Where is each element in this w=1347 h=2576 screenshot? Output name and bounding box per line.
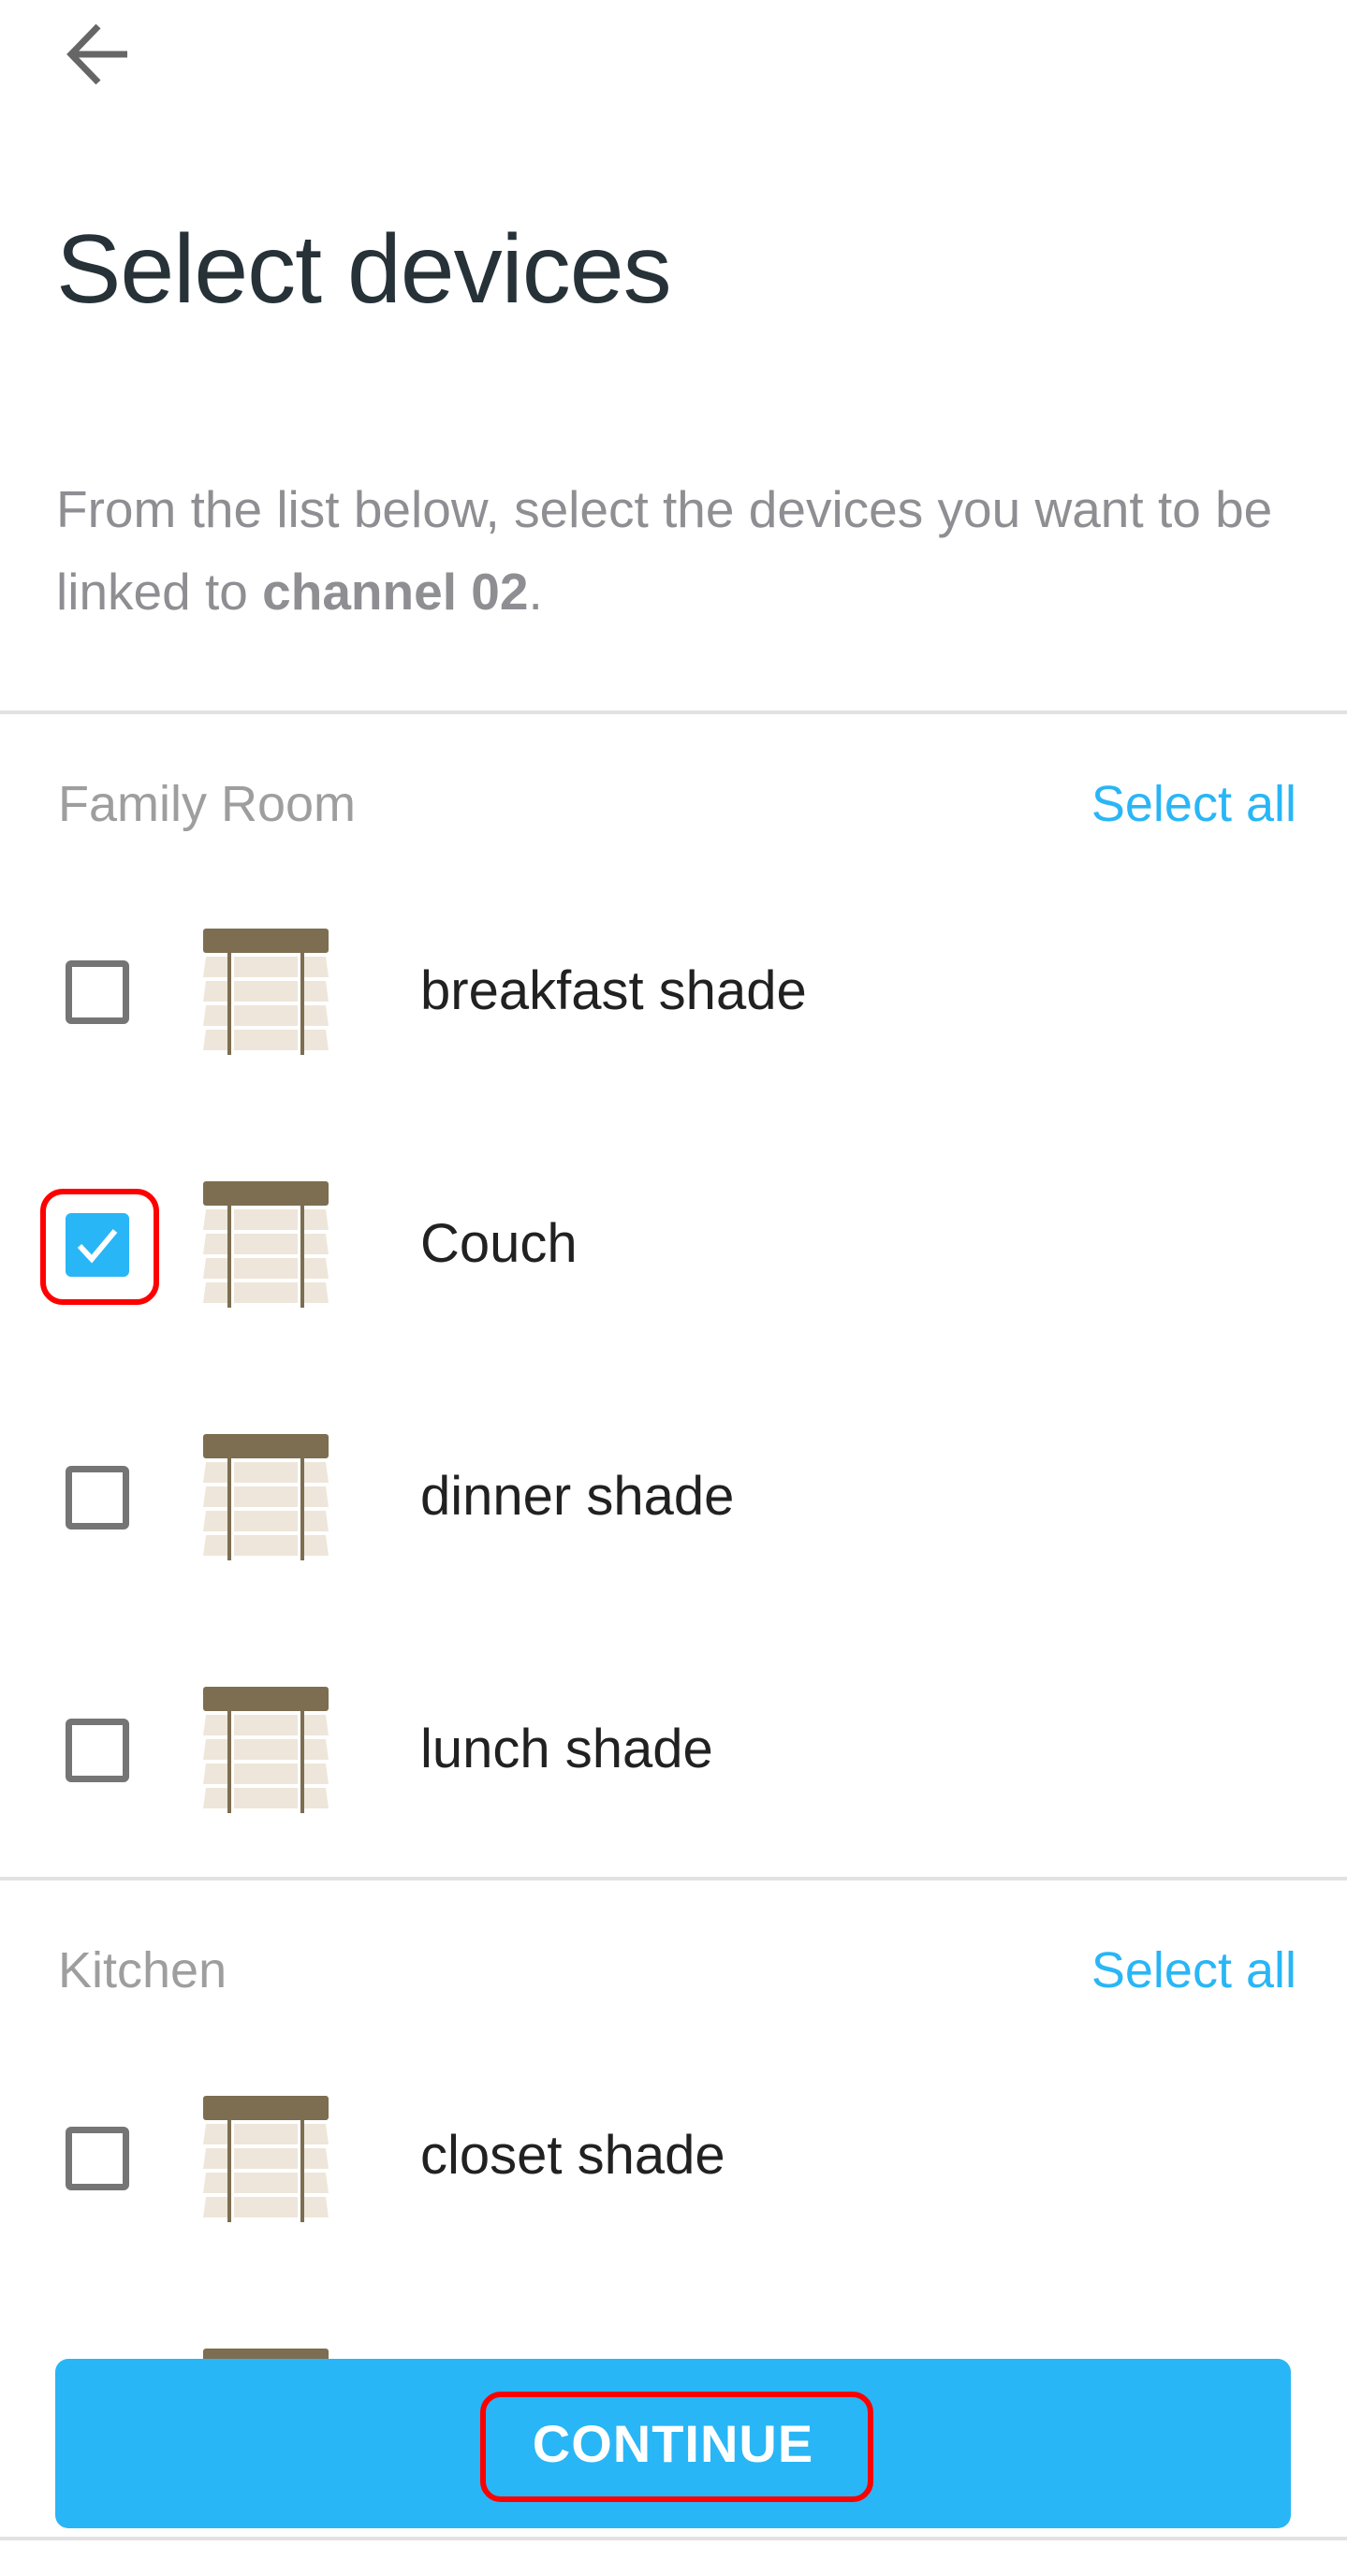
device-name: lunch shade (420, 1719, 713, 1779)
window-blind-icon (203, 1687, 329, 1813)
divider (0, 710, 1347, 714)
instructions-text: From the list below, select the devices … (56, 468, 1292, 633)
device-name: dinner shade (420, 1466, 735, 1527)
device-name: breakfast shade (420, 960, 807, 1021)
arrow-left-icon (66, 23, 127, 85)
section-label-kitchen: Kitchen (58, 1942, 227, 1998)
device-row-lunch-shade[interactable]: lunch shade (0, 1656, 1347, 1843)
select-all-kitchen-link[interactable]: Select all (1091, 1942, 1296, 1998)
window-blind-icon (203, 2096, 329, 2222)
device-checkbox[interactable] (66, 2127, 129, 2190)
channel-name: channel 02 (262, 563, 529, 621)
device-row-dinner-shade[interactable]: dinner shade (0, 1403, 1347, 1590)
device-row-couch[interactable]: Couch (0, 1150, 1347, 1338)
window-blind-icon (203, 1181, 329, 1308)
device-checkbox-checked[interactable] (66, 1213, 129, 1277)
device-checkbox[interactable] (66, 1719, 129, 1782)
device-row-breakfast-shade[interactable]: breakfast shade (0, 898, 1347, 1085)
instructions-prefix: From the list below, select the devices … (56, 480, 1273, 621)
divider (0, 1877, 1347, 1881)
divider (0, 2537, 1347, 2540)
continue-label: CONTINUE (532, 2414, 814, 2473)
device-name: Couch (420, 1213, 578, 1274)
device-checkbox[interactable] (66, 1466, 129, 1530)
device-checkbox[interactable] (66, 960, 129, 1024)
continue-button[interactable]: CONTINUE (55, 2359, 1291, 2528)
select-all-family-room-link[interactable]: Select all (1091, 776, 1296, 832)
checkmark-icon (77, 1229, 118, 1264)
instructions-suffix: . (528, 563, 543, 621)
back-button[interactable] (56, 13, 140, 97)
device-name: closet shade (420, 2125, 725, 2186)
window-blind-icon (203, 929, 329, 1055)
page-title: Select devices (56, 215, 672, 324)
device-row-closet-shade[interactable]: closet shade (0, 2065, 1347, 2252)
window-blind-icon (203, 1434, 329, 1560)
section-label-family-room: Family Room (58, 776, 357, 832)
